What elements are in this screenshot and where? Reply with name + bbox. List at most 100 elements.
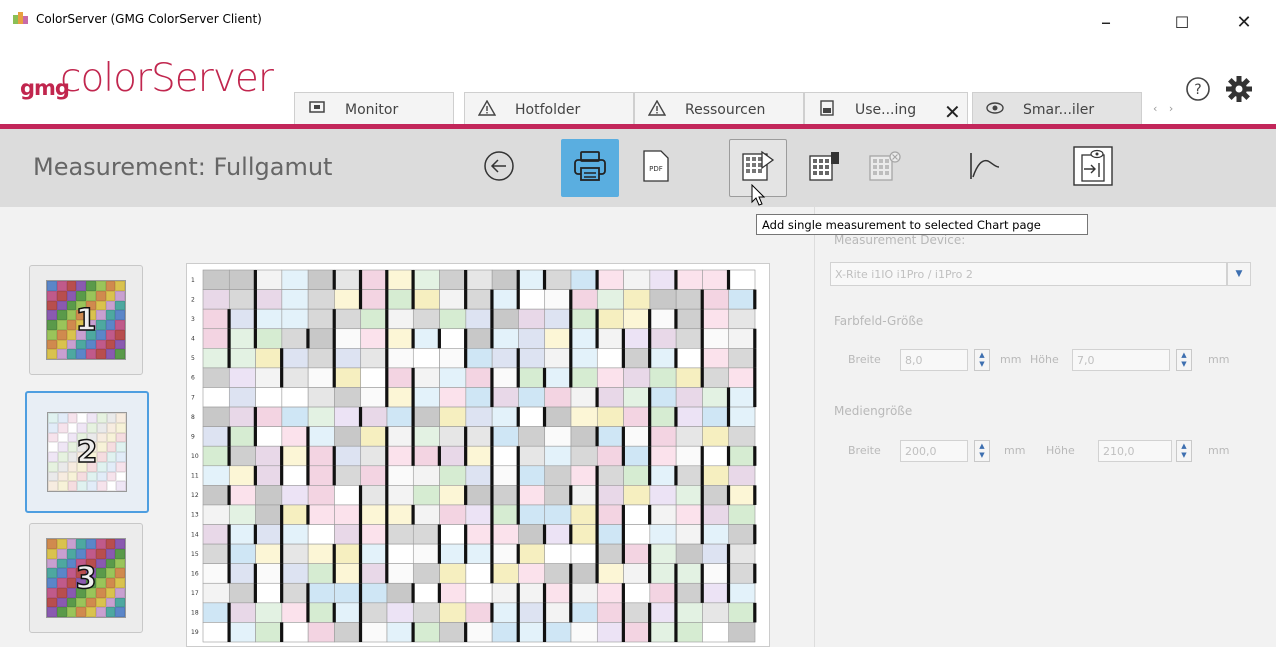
color-patch — [228, 622, 256, 643]
gear-icon[interactable] — [1224, 74, 1254, 104]
warning-icon — [647, 99, 667, 120]
delete-measurement-button[interactable] — [796, 139, 854, 197]
patch-divider — [595, 485, 599, 505]
tab-hotfolder[interactable]: Hotfolder — [464, 92, 634, 126]
patch-divider — [253, 524, 257, 545]
tab-smartprofiler[interactable]: Smar...iler — [972, 92, 1142, 126]
color-patch — [465, 328, 493, 349]
color-patch — [334, 308, 362, 330]
row-label: 7 — [191, 394, 195, 401]
color-patch — [334, 602, 362, 623]
color-patch — [596, 289, 624, 310]
patch-divider — [700, 309, 704, 329]
height-spinner[interactable]: ▲ ▼ — [1176, 349, 1192, 371]
export-button[interactable] — [1064, 139, 1122, 197]
color-patch — [439, 543, 467, 564]
tooltip: Add single measurement to selected Chart… — [756, 214, 1088, 235]
color-patch — [281, 543, 309, 564]
color-patch — [202, 524, 230, 545]
color-patch — [702, 563, 730, 584]
color-patch — [649, 563, 677, 584]
patch-divider — [437, 446, 441, 466]
color-patch — [281, 465, 309, 486]
patch-divider — [358, 544, 363, 564]
tab-close-button[interactable]: ✕ — [944, 100, 961, 124]
height-input[interactable]: 7,0 — [1072, 349, 1170, 371]
color-patch — [465, 387, 493, 408]
media-height-spinner[interactable]: ▲ ▼ — [1176, 440, 1192, 462]
patch-divider — [280, 524, 284, 545]
tab-label: Use...ing — [855, 101, 917, 118]
patch-divider — [595, 387, 599, 408]
color-patch — [307, 289, 335, 310]
color-patch — [649, 504, 677, 525]
media-width-input[interactable]: 200,0 — [900, 440, 968, 462]
minimize-button[interactable]: – — [1086, 6, 1126, 38]
color-patch — [307, 602, 335, 623]
curve-button[interactable] — [956, 139, 1014, 197]
color-patch — [255, 348, 283, 369]
color-patch — [412, 426, 440, 447]
color-patch — [570, 406, 598, 427]
color-patch — [728, 485, 756, 506]
patch-divider — [648, 622, 652, 642]
color-patch — [544, 445, 572, 467]
media-height-input[interactable]: 210,0 — [1098, 440, 1172, 462]
row-label: 2 — [191, 296, 195, 303]
patch-divider — [648, 563, 652, 584]
row-label: 6 — [191, 375, 195, 382]
color-patch — [544, 622, 572, 643]
patch-divider — [411, 367, 415, 388]
color-patch — [728, 328, 756, 349]
color-patch — [202, 348, 230, 369]
print-button[interactable] — [561, 139, 619, 197]
dropdown-arrow-icon[interactable]: ▼ — [1227, 262, 1251, 286]
patch-divider — [648, 544, 652, 564]
page-thumbnail[interactable]: 1 — [29, 265, 143, 375]
color-patch — [439, 426, 467, 447]
color-patch — [439, 622, 467, 643]
width-input[interactable]: 8,0 — [900, 349, 968, 371]
patch-divider — [542, 602, 547, 623]
color-patch — [386, 485, 414, 506]
color-patch — [570, 328, 598, 349]
color-patch — [675, 465, 703, 486]
clear-measurement-button[interactable] — [856, 139, 914, 197]
back-button[interactable] — [470, 139, 528, 197]
patch-divider — [464, 485, 468, 505]
color-patch — [386, 524, 414, 545]
media-width-spinner[interactable]: ▲ ▼ — [974, 440, 990, 462]
color-patch — [334, 563, 362, 584]
page-thumbnail[interactable]: 3 — [29, 523, 143, 633]
patch-divider — [411, 583, 415, 603]
patch-divider — [306, 465, 310, 486]
maximize-button[interactable]: ☐ — [1162, 6, 1202, 38]
measurement-device-select[interactable]: X-Rite i1IO i1Pro / i1Pro 2 — [830, 262, 1227, 286]
color-patch — [281, 524, 309, 545]
patch-divider — [648, 309, 652, 329]
close-window-button[interactable]: ✕ — [1224, 6, 1264, 38]
patch-divider — [253, 270, 257, 290]
media-width-label: Breite — [848, 444, 881, 457]
patch-divider — [753, 367, 757, 388]
chart-preview[interactable]: 1 2 3 4 5 6 7 8 9 10 11 12 13 14 15 16 17 18 19 — [186, 263, 770, 647]
patch-divider — [385, 504, 389, 525]
page-thumbnail-selected[interactable]: 2 — [25, 391, 149, 513]
patch-divider — [569, 602, 573, 623]
patch-divider — [621, 622, 625, 642]
tab-ressourcen[interactable]: Ressourcen — [634, 92, 804, 126]
patch-divider — [332, 367, 336, 388]
width-spinner[interactable]: ▲ ▼ — [974, 349, 990, 371]
help-icon[interactable]: ? — [1183, 74, 1213, 104]
pdf-button[interactable]: PDF — [627, 139, 685, 197]
color-patch — [439, 348, 467, 369]
patch-divider — [516, 504, 520, 525]
color-patch — [202, 485, 230, 506]
patch-divider — [227, 309, 231, 329]
tab-nav-arrows[interactable]: ‹ › — [1153, 102, 1177, 115]
patch-divider — [621, 602, 625, 623]
color-patch — [491, 582, 519, 604]
color-patch — [649, 328, 677, 349]
color-patch — [465, 602, 493, 623]
tab-monitor[interactable]: Monitor — [294, 92, 454, 126]
